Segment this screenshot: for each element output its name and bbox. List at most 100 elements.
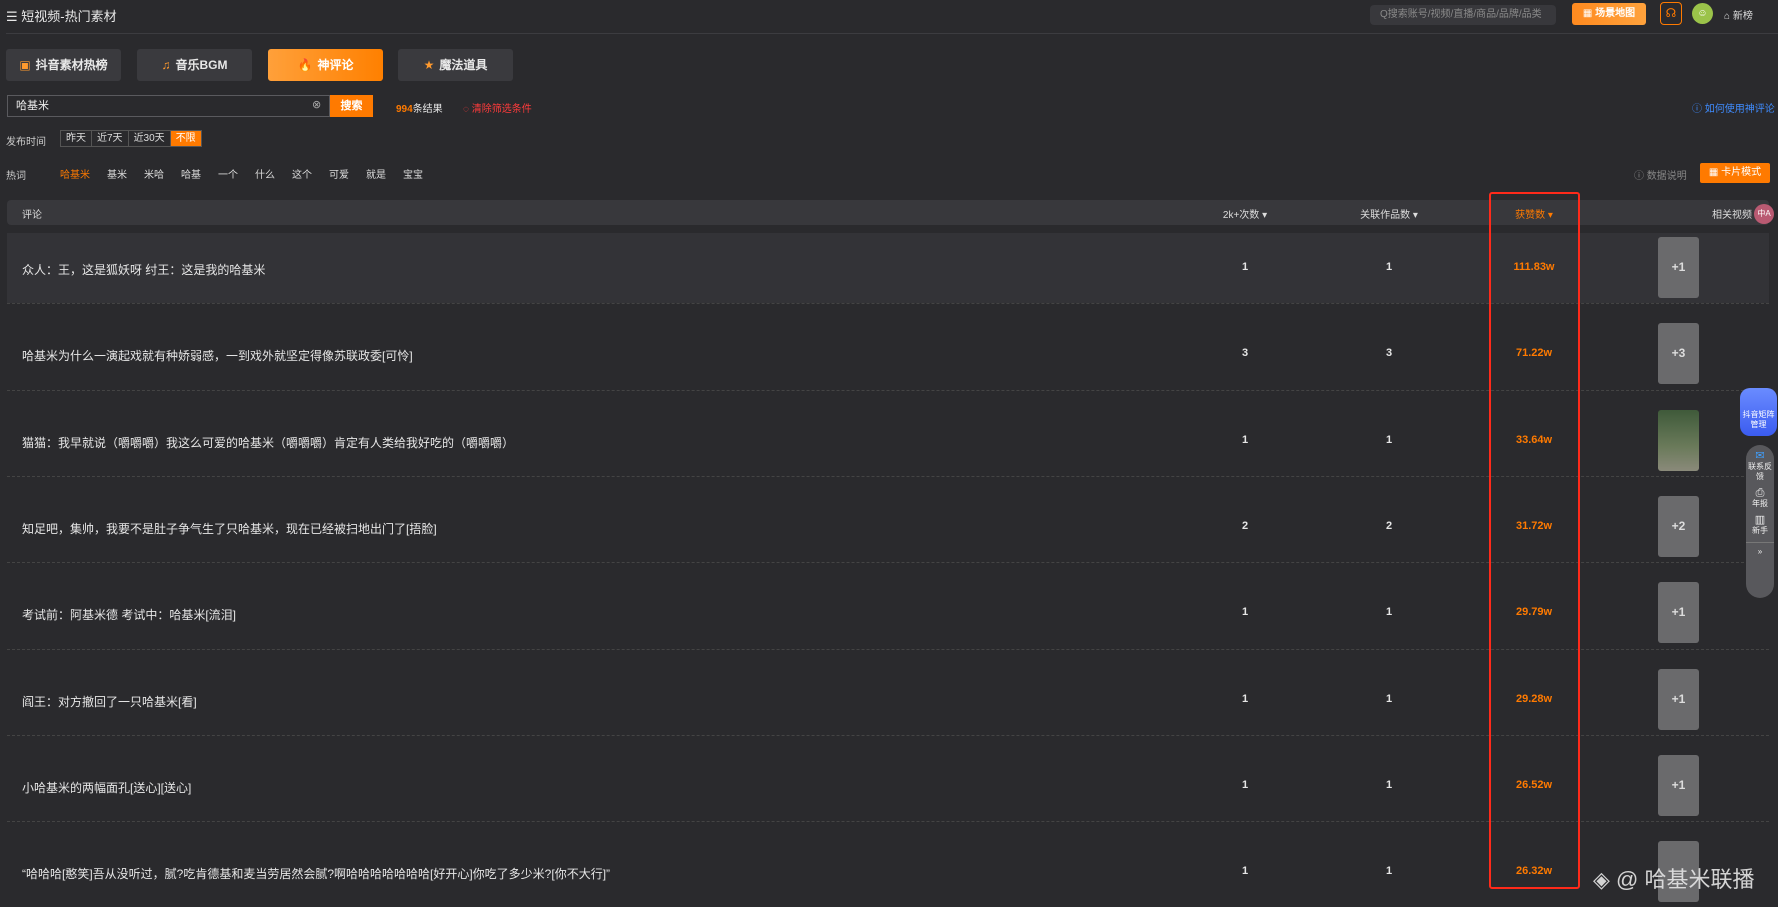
- related-works-count: 1: [1385, 778, 1393, 791]
- watermark: ◈ @ 哈基米联播: [1593, 867, 1755, 892]
- header-comment: 评论: [22, 210, 42, 221]
- video-thumbnail[interactable]: +1: [1658, 668, 1699, 730]
- data-info-label: 数据说明: [1646, 171, 1687, 182]
- result-count-number: 994: [396, 104, 413, 115]
- comment-text: 考试前：阿基米德 考试中：哈基米[流泪]: [22, 608, 237, 623]
- video-thumbnail[interactable]: +1: [1658, 237, 1699, 298]
- result-count-suffix: 条结果: [412, 104, 443, 115]
- hot-word[interactable]: 这个: [292, 166, 312, 181]
- matrix-manage-badge[interactable]: 抖音矩阵管理: [1740, 388, 1777, 436]
- count-2k: 1: [1241, 606, 1249, 619]
- hot-words-label: 热词: [6, 171, 26, 182]
- tab-label: 音乐BGM: [175, 58, 228, 72]
- related-works-count: 1: [1385, 606, 1393, 619]
- translate-icon[interactable]: 中A: [1754, 204, 1774, 224]
- related-works-count: 1: [1385, 433, 1393, 446]
- related-works-count: 2: [1385, 519, 1393, 532]
- feedback-button[interactable]: ✉ 联系反馈: [1746, 451, 1774, 482]
- video-thumbnail[interactable]: +1: [1658, 754, 1699, 816]
- help-label: 如何使用神评论: [1704, 104, 1775, 115]
- clear-filters-link[interactable]: ◌ 清除筛选条件: [463, 100, 532, 115]
- hot-word[interactable]: 米哈: [144, 166, 164, 181]
- page-title: ☰ 短视频-热门素材: [6, 9, 117, 24]
- hot-word[interactable]: 可爱: [329, 166, 349, 181]
- header-related-videos: 相关视频: [1712, 210, 1752, 221]
- time-filter-group: 昨天 近7天 近30天 不限: [60, 130, 202, 147]
- annual-report-button[interactable]: ⎙ 年报: [1746, 488, 1774, 509]
- beginner-label: 新手: [1752, 526, 1768, 535]
- count-2k: 1: [1241, 778, 1249, 791]
- tab-label: 神评论: [317, 58, 354, 72]
- count-2k: 3: [1241, 347, 1249, 360]
- report-icon: ⎙: [1755, 487, 1765, 499]
- tab-icon: ★: [423, 58, 435, 72]
- hot-word[interactable]: 一个: [218, 166, 238, 181]
- video-thumbnail[interactable]: +2: [1658, 495, 1699, 557]
- hot-word[interactable]: 哈基米: [60, 166, 90, 181]
- time-option[interactable]: 不限: [170, 131, 201, 146]
- comment-text: 阎王：对方撤回了一只哈基米[看]: [22, 694, 197, 709]
- hot-word[interactable]: 就是: [366, 166, 386, 181]
- tab-1[interactable]: ♫ 音乐BGM: [137, 49, 252, 81]
- home-label: 新榜: [1732, 11, 1753, 22]
- video-thumbnail[interactable]: [1658, 409, 1699, 471]
- header-2k-count[interactable]: 2k+次数 ▾: [1223, 206, 1267, 221]
- help-link[interactable]: ⓘ 如何使用神评论: [1692, 100, 1775, 115]
- hot-words-list: 哈基米 基米 米哈 哈基 一个 什么 这个 可爱 就是 宝宝: [60, 166, 423, 181]
- comment-text: 知足吧，集帅，我要不是肚子争气生了只哈基米，现在已经被扫地出门了[捂脸]: [22, 521, 437, 536]
- tab-3[interactable]: ★ 魔法道具: [398, 49, 513, 81]
- time-option[interactable]: 近7天: [92, 131, 129, 146]
- home-link[interactable]: ⌂ 新榜: [1724, 7, 1753, 22]
- tab-label: 抖音素材热榜: [35, 58, 108, 72]
- count-2k: 1: [1241, 865, 1249, 878]
- data-info-link[interactable]: ⓘ 数据说明: [1634, 167, 1687, 182]
- tab-icon: ▣: [19, 58, 31, 72]
- result-count: 994条结果: [396, 100, 443, 115]
- tab-0[interactable]: ▣ 抖音素材热榜: [6, 49, 121, 81]
- related-works-count: 1: [1385, 261, 1393, 273]
- related-works-count: 3: [1385, 347, 1393, 360]
- tab-icon: ♫: [161, 58, 171, 72]
- map-icon: ▥: [1754, 514, 1766, 526]
- hot-word[interactable]: 哈基: [181, 166, 201, 181]
- likes-highlight-box: [1489, 192, 1580, 889]
- feedback-label: 联系反馈: [1748, 462, 1772, 481]
- card-mode-button[interactable]: ▦ 卡片模式: [1700, 163, 1770, 183]
- beginner-button[interactable]: ▥ 新手: [1746, 515, 1774, 536]
- avatar[interactable]: ☺: [1692, 3, 1713, 24]
- count-2k: 2: [1241, 519, 1249, 532]
- header-related-works[interactable]: 关联作品数 ▾: [1360, 206, 1418, 221]
- count-2k: 1: [1241, 692, 1249, 705]
- collapse-button[interactable]: »: [1746, 542, 1774, 557]
- related-works-count: 1: [1385, 692, 1393, 705]
- hot-word[interactable]: 基米: [107, 166, 127, 181]
- tab-icon: 🔥: [297, 58, 313, 72]
- clear-input-icon[interactable]: ⊗: [312, 98, 321, 111]
- search-input[interactable]: 哈基米: [7, 95, 330, 117]
- float-toolbar: ✉ 联系反馈 ⎙ 年报 ▥ 新手 »: [1746, 445, 1774, 598]
- search-button[interactable]: 搜索: [330, 95, 373, 117]
- comment-text: 小哈基米的两幅面孔[送心][送心]: [22, 780, 192, 795]
- header-divider: [6, 33, 1778, 34]
- count-2k: 1: [1241, 261, 1249, 273]
- time-option[interactable]: 昨天: [61, 131, 92, 146]
- comment-text: “哈哈哈[憨笑]吾从没听过，腻?吃肯德基和麦当劳居然会腻?啊哈哈哈哈哈哈哈[好开…: [22, 867, 611, 882]
- report-label: 年报: [1752, 499, 1768, 508]
- global-search-input[interactable]: Q搜索账号/视频/直播/商品/品牌/品类: [1370, 5, 1556, 25]
- hot-word[interactable]: 宝宝: [403, 166, 423, 181]
- comment-text: 猫猫：我早就说（嚼嚼嚼）我这么可爱的哈基米（嚼嚼嚼）肯定有人类给我好吃的（嚼嚼嚼…: [22, 435, 515, 450]
- feedback-icon: ✉: [1755, 450, 1765, 462]
- card-mode-label: 卡片模式: [1721, 167, 1762, 178]
- clear-filters-label: 清除筛选条件: [471, 104, 532, 115]
- related-works-count: 1: [1385, 865, 1393, 878]
- video-thumbnail[interactable]: +3: [1658, 323, 1699, 385]
- hot-word[interactable]: 什么: [255, 166, 275, 181]
- page-title-text: 短视频-热门素材: [21, 9, 117, 24]
- video-thumbnail[interactable]: +1: [1658, 582, 1699, 644]
- time-option[interactable]: 近30天: [129, 131, 171, 146]
- scene-map-button[interactable]: ▦ 场景地图: [1572, 3, 1646, 25]
- tab-2[interactable]: 🔥 神评论: [268, 49, 383, 81]
- comment-text: 众人：王，这是狐妖呀 纣王：这是我的哈基米: [22, 263, 266, 277]
- scene-map-label: 场景地图: [1595, 8, 1636, 19]
- headset-icon[interactable]: ☊: [1660, 2, 1682, 25]
